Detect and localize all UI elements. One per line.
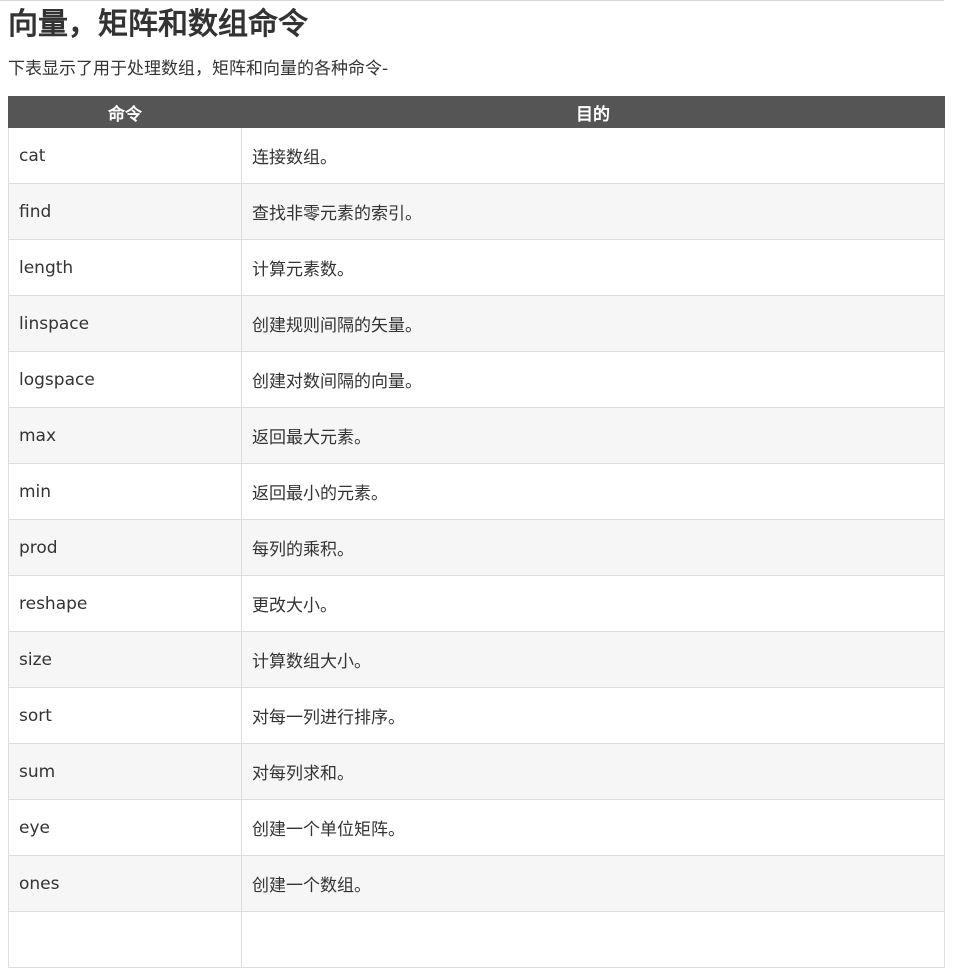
cell-purpose: 创建规则间隔的矢量。 [241,295,945,352]
table-row: sort 对每一列进行排序。 [8,687,945,744]
cell-purpose: 更改大小。 [241,575,945,632]
cell-purpose: 创建对数间隔的向量。 [241,351,945,408]
cell-purpose [241,911,945,968]
cell-purpose: 查找非零元素的索引。 [241,183,945,240]
table-row: max 返回最大元素。 [8,407,945,464]
header-purpose: 目的 [241,96,945,128]
cell-purpose: 连接数组。 [241,127,945,184]
cell-command: ones [8,855,242,912]
table-row: min 返回最小的元素。 [8,463,945,520]
page-title: 向量，矩阵和数组命令 [8,7,308,42]
table-row: ones 创建一个数组。 [8,855,945,912]
table-row: logspace 创建对数间隔的向量。 [8,351,945,408]
top-divider [0,0,944,1]
table-row: linspace 创建规则间隔的矢量。 [8,295,945,352]
table-row: size 计算数组大小。 [8,631,945,688]
table-row: prod 每列的乘积。 [8,519,945,576]
cell-command [8,911,242,968]
table-row: length 计算元素数。 [8,239,945,296]
cell-command: cat [8,127,242,184]
cell-purpose: 返回最小的元素。 [241,463,945,520]
table-header: 命令 目的 [8,96,945,128]
commands-table: 命令 目的 cat 连接数组。 find 查找非零元素的索引。 length 计… [8,96,945,968]
table-row: sum 对每列求和。 [8,743,945,800]
cell-command: prod [8,519,242,576]
cell-command: size [8,631,242,688]
cell-command: length [8,239,242,296]
table-header-row: 命令 目的 [8,96,945,128]
cell-command: min [8,463,242,520]
cell-purpose: 每列的乘积。 [241,519,945,576]
table-row: cat 连接数组。 [8,127,945,184]
cell-purpose: 计算数组大小。 [241,631,945,688]
table-row: find 查找非零元素的索引。 [8,183,945,240]
cell-command: linspace [8,295,242,352]
cell-purpose: 对每一列进行排序。 [241,687,945,744]
cell-command: sort [8,687,242,744]
cell-command: reshape [8,575,242,632]
cell-command: max [8,407,242,464]
cell-purpose: 创建一个单位矩阵。 [241,799,945,856]
table-body: cat 连接数组。 find 查找非零元素的索引。 length 计算元素数。 … [8,127,945,968]
cell-command: eye [8,799,242,856]
table-row: eye 创建一个单位矩阵。 [8,799,945,856]
table-row: reshape 更改大小。 [8,575,945,632]
header-command: 命令 [8,96,242,128]
cell-purpose: 计算元素数。 [241,239,945,296]
cell-command: logspace [8,351,242,408]
cell-purpose: 返回最大元素。 [241,407,945,464]
commands-table-container: 命令 目的 cat 连接数组。 find 查找非零元素的索引。 length 计… [8,96,945,968]
cell-purpose: 创建一个数组。 [241,855,945,912]
cell-command: sum [8,743,242,800]
intro-text: 下表显示了用于处理数组，矩阵和向量的各种命令- [8,59,389,79]
table-row [8,911,945,968]
cell-purpose: 对每列求和。 [241,743,945,800]
cell-command: find [8,183,242,240]
